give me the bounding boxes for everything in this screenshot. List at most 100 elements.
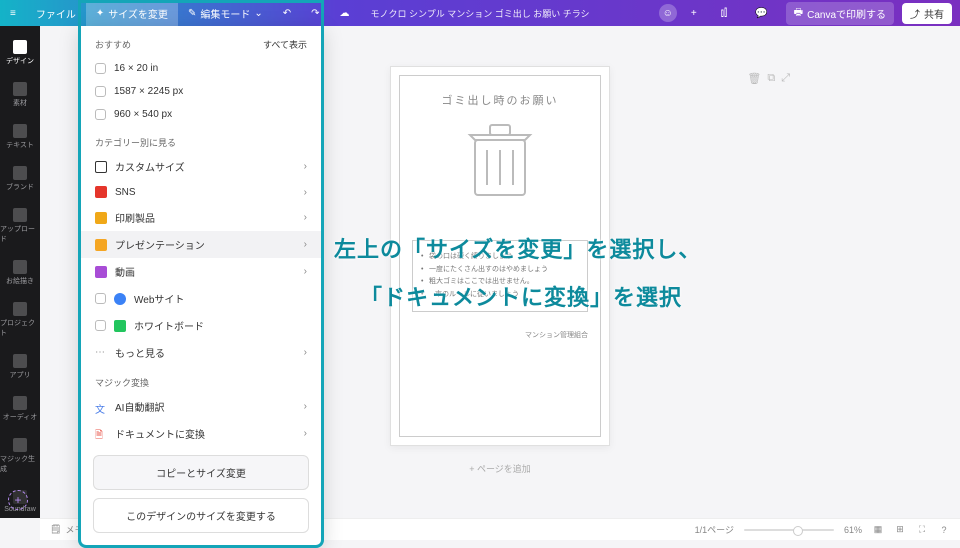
collab-button[interactable]: ☺: [659, 4, 677, 22]
chart-icon: ⫾⫿: [721, 8, 727, 19]
document-icon: 🗎: [95, 428, 107, 440]
sidebar-item-text[interactable]: テキスト: [0, 118, 40, 156]
category-print[interactable]: 印刷製品›: [81, 204, 321, 231]
hamburger-menu[interactable]: ≡: [0, 0, 26, 26]
sidebar-item-draw[interactable]: お絵描き: [0, 254, 40, 292]
text-icon: [13, 124, 27, 138]
sidebar-item-elements[interactable]: 素材: [0, 76, 40, 114]
tutorial-text-2: 「ドキュメントに変換」を選択: [360, 280, 682, 312]
chevron-right-icon: ›: [304, 212, 307, 223]
design-icon: [13, 40, 27, 54]
topbar-right: ☺ + ⫾⫿ 💬 🖶 Canvaで印刷する ⤴ 共有: [659, 2, 960, 25]
help-fab[interactable]: +: [8, 490, 28, 510]
sidebar-item-brand[interactable]: ブランド: [0, 160, 40, 198]
add-button[interactable]: +: [685, 4, 703, 22]
category-header: カテゴリー別に見る: [81, 126, 321, 153]
undo-icon: ↶: [283, 8, 291, 19]
draw-icon: [13, 260, 27, 274]
trash-icon: [465, 120, 535, 200]
chevron-down-icon: ⌄: [254, 8, 262, 19]
topbar-left: ≡ ファイル ✦ サイズを変更 ✎ 編集モード ⌄ ↶ ↷ ☁: [0, 0, 360, 26]
presentation-icon: [95, 239, 107, 251]
more-icon: ⋯: [95, 347, 107, 359]
grid-view-icon[interactable]: ▦: [872, 524, 884, 536]
category-sns[interactable]: SNS›: [81, 180, 321, 204]
size-option[interactable]: 1587 × 2245 px: [81, 80, 321, 103]
resize-menu[interactable]: ✦ サイズを変更: [86, 0, 178, 26]
copy-resize-button[interactable]: コピーとサイズ変更: [93, 455, 309, 490]
projects-icon: [13, 302, 27, 316]
comment-icon: 💬: [755, 8, 767, 19]
page-indicator[interactable]: 1/1ページ: [695, 523, 734, 536]
checkbox-icon: [95, 320, 106, 331]
comment-button[interactable]: 💬: [745, 8, 777, 19]
sidebar-item-design[interactable]: デザイン: [0, 34, 40, 72]
trash-illustration: [465, 120, 535, 200]
chevron-right-icon: ›: [304, 239, 307, 250]
upload-icon: ⤴: [910, 6, 920, 21]
category-presentation[interactable]: プレゼンテーション›: [81, 231, 321, 258]
flyer-title: ゴミ出し時のお願い: [442, 92, 559, 108]
chevron-right-icon: ›: [304, 401, 307, 412]
elements-icon: [13, 82, 27, 96]
category-website[interactable]: Webサイト: [81, 285, 321, 312]
duplicate-icon[interactable]: ⧉: [767, 72, 775, 85]
zoom-value[interactable]: 61%: [844, 525, 862, 535]
note-icon: 🗒: [50, 524, 61, 535]
zoom-slider[interactable]: [744, 529, 834, 531]
thumbnail-view-icon[interactable]: ⊞: [894, 524, 906, 536]
sidebar-item-upload[interactable]: アップロード: [0, 202, 40, 250]
resize-dropdown: おすすめ すべて表示 16 × 20 in 1587 × 2245 px 960…: [78, 26, 324, 548]
category-custom-size[interactable]: カスタムサイズ›: [81, 153, 321, 180]
document-title[interactable]: モノクロ シンプル マンション ゴミ出し お願い チラシ: [370, 7, 589, 20]
checkbox-icon: [95, 63, 106, 74]
magic-convert-document[interactable]: 🗎ドキュメントに変換›: [81, 420, 321, 447]
resize-this-button[interactable]: このデザインのサイズを変更する: [93, 498, 309, 533]
expand-icon[interactable]: ⤢: [781, 72, 790, 85]
size-option[interactable]: 16 × 20 in: [81, 57, 321, 80]
share-button[interactable]: ⤴ 共有: [902, 3, 952, 24]
sidebar-item-projects[interactable]: プロジェクト: [0, 296, 40, 344]
bullet-item: 一度にたくさん出すのはやめましょう: [421, 264, 579, 277]
sidebar-item-audio[interactable]: オーディオ: [0, 390, 40, 428]
pencil-icon: ✎: [188, 8, 196, 19]
printer-icon: 🖶: [794, 5, 803, 22]
magic-header: マジック変換: [81, 366, 321, 393]
chevron-right-icon: ›: [304, 187, 307, 198]
recommend-label: おすすめ: [95, 38, 131, 51]
lock-icon[interactable]: 🗑: [747, 72, 761, 85]
category-whiteboard[interactable]: ホワイトボード: [81, 312, 321, 339]
apps-icon: [13, 354, 27, 368]
cloud-sync[interactable]: ☁: [330, 0, 360, 26]
help-icon[interactable]: ?: [938, 524, 950, 536]
add-page-button[interactable]: + ページを追加: [469, 462, 531, 475]
cloud-icon: ☁: [340, 8, 350, 19]
file-menu[interactable]: ファイル: [26, 0, 86, 26]
show-all-link[interactable]: すべて表示: [263, 38, 307, 51]
video-icon: [95, 266, 107, 278]
undo-button[interactable]: ↶: [273, 0, 301, 26]
edit-mode-menu[interactable]: ✎ 編集モード ⌄: [178, 0, 273, 26]
category-video[interactable]: 動画›: [81, 258, 321, 285]
magic-icon: [13, 438, 27, 452]
checkbox-icon: [95, 293, 106, 304]
print-button[interactable]: 🖶 Canvaで印刷する: [786, 2, 894, 25]
sns-icon: [95, 186, 107, 198]
page-controls: 🗑 ⧉ ⤢: [747, 72, 790, 85]
sidebar-item-apps[interactable]: アプリ: [0, 348, 40, 386]
chevron-right-icon: ›: [304, 347, 307, 358]
category-more[interactable]: ⋯もっと見る›: [81, 339, 321, 366]
redo-button[interactable]: ↷: [301, 0, 329, 26]
analytics-button[interactable]: ⫾⫿: [711, 8, 737, 19]
audio-icon: [13, 396, 27, 410]
chevron-right-icon: ›: [304, 266, 307, 277]
chevron-right-icon: ›: [304, 161, 307, 172]
redo-icon: ↷: [311, 8, 319, 19]
magic-translate[interactable]: 文AI自動翻訳›: [81, 393, 321, 420]
sidebar-item-magic[interactable]: マジック生成: [0, 432, 40, 480]
chevron-right-icon: ›: [304, 428, 307, 439]
brand-icon: [13, 166, 27, 180]
crown-icon: ✦: [96, 8, 104, 19]
size-option[interactable]: 960 × 540 px: [81, 103, 321, 126]
fullscreen-icon[interactable]: ⛶: [916, 524, 928, 536]
